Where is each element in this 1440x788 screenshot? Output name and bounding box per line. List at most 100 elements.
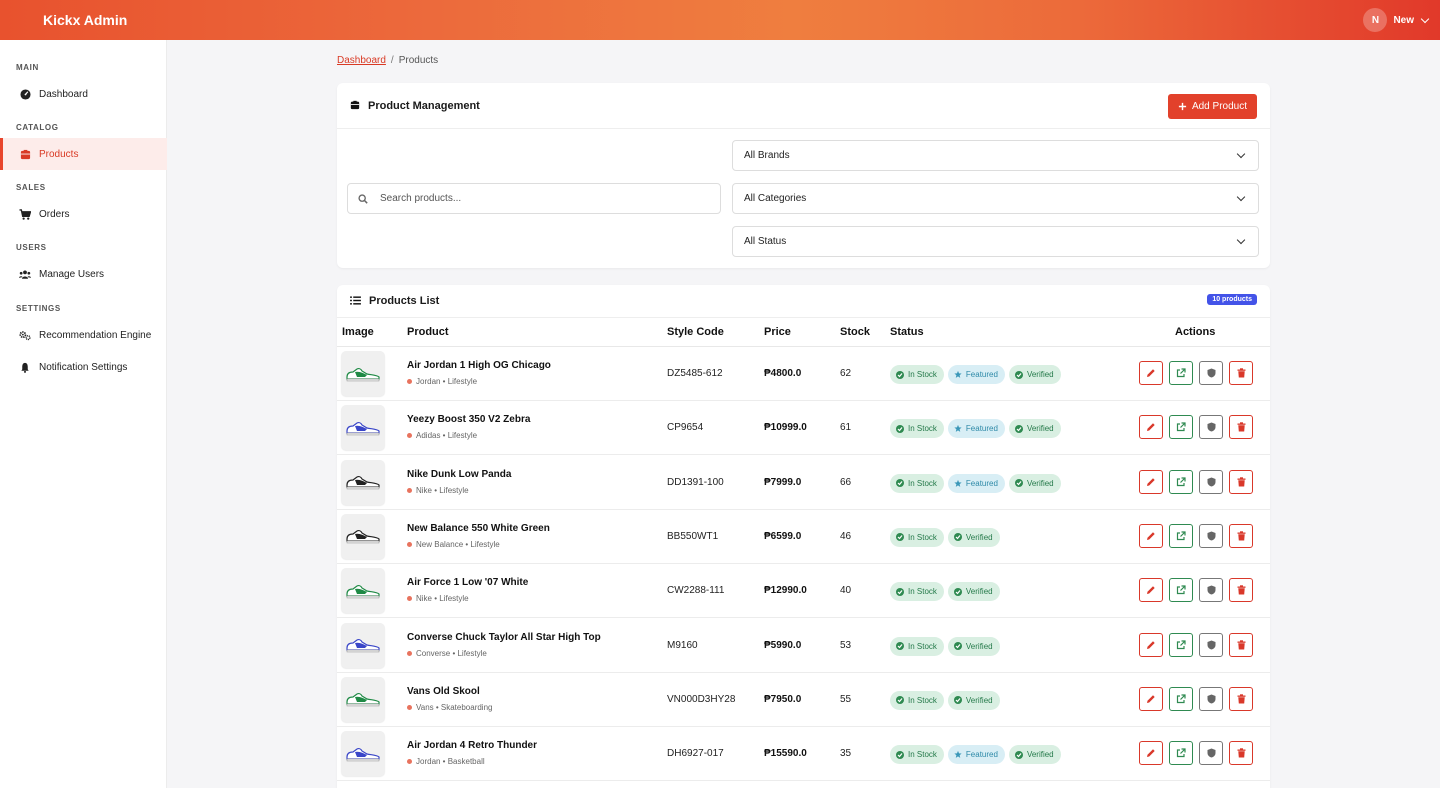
view-button[interactable] <box>1169 578 1193 603</box>
status-badge-label: In Stock <box>908 424 937 434</box>
status-filter-select[interactable]: All Status <box>732 226 1259 257</box>
add-product-button[interactable]: Add Product <box>1167 94 1257 119</box>
view-button[interactable] <box>1169 741 1193 766</box>
delete-button[interactable] <box>1229 632 1253 657</box>
pencil-icon <box>1147 749 1155 758</box>
delete-button[interactable] <box>1229 523 1253 548</box>
status-badge: In Stock <box>890 527 944 547</box>
trash-icon <box>1237 639 1245 649</box>
delete-button[interactable] <box>1229 686 1253 711</box>
verify-button[interactable] <box>1199 741 1223 766</box>
product-thumbnail[interactable] <box>341 731 385 777</box>
sidebar-item-orders[interactable]: Orders <box>0 198 167 230</box>
delete-button[interactable] <box>1229 741 1253 766</box>
product-thumbnail[interactable] <box>341 568 385 614</box>
delete-button[interactable] <box>1229 578 1253 603</box>
user-menu[interactable]: N New <box>1363 8 1430 32</box>
view-button[interactable] <box>1169 415 1193 440</box>
sidebar-item-manage-users[interactable]: Manage Users <box>0 258 167 290</box>
breadcrumb-dashboard-link[interactable]: Dashboard <box>337 55 386 66</box>
check-circle-icon <box>1014 479 1023 488</box>
verify-button[interactable] <box>1199 578 1223 603</box>
edit-button[interactable] <box>1139 578 1163 603</box>
chevron-down-icon <box>1236 192 1246 202</box>
sidebar-item-dashboard[interactable]: Dashboard <box>0 78 167 110</box>
trash-icon <box>1237 694 1245 704</box>
product-name[interactable]: Air Jordan 1 High OG Chicago <box>407 360 551 371</box>
chevron-down-icon[interactable] <box>1420 14 1430 23</box>
table-row: Air Jordan 1 High OG Chicago Jordan • Lif… <box>337 347 1270 401</box>
edit-button[interactable] <box>1139 415 1163 440</box>
product-name[interactable]: Converse Chuck Taylor All Star High Top <box>407 632 601 643</box>
delete-button[interactable] <box>1229 469 1253 494</box>
check-circle-icon <box>896 424 904 433</box>
product-management-header: Product Management Add Product <box>337 83 1270 129</box>
status-badge: In Stock <box>890 690 944 710</box>
product-name[interactable]: Yeezy Boost 350 V2 Zebra <box>407 414 530 425</box>
brand-filter-select[interactable]: All Brands <box>732 140 1259 171</box>
product-name[interactable]: Air Force 1 Low '07 White <box>407 577 528 588</box>
trash-icon <box>1237 531 1245 541</box>
user-name[interactable]: New <box>1393 15 1414 26</box>
column-header-style-code: Style Code <box>667 326 724 338</box>
verify-button[interactable] <box>1199 632 1223 657</box>
pencil-icon <box>1147 369 1155 377</box>
sidebar-item-recommendation-engine[interactable]: Recommendation Engine <box>0 319 167 351</box>
edit-button[interactable] <box>1139 361 1163 385</box>
card-title: Products List <box>369 295 440 307</box>
product-name[interactable]: Nike Dunk Low Panda <box>407 469 511 480</box>
search-placeholder: Search products... <box>380 193 462 204</box>
product-brand-category: Nike • Lifestyle <box>416 485 469 495</box>
sidebar-item-products[interactable]: Products <box>0 138 167 170</box>
product-brand-category: Converse • Lifestyle <box>416 648 487 658</box>
view-button[interactable] <box>1169 686 1193 711</box>
view-button[interactable] <box>1169 632 1193 657</box>
view-button[interactable] <box>1169 361 1193 385</box>
product-thumbnail[interactable] <box>341 676 385 722</box>
breadcrumb: Dashboard / Products <box>337 55 439 66</box>
product-name[interactable]: New Balance 550 White Green <box>407 523 550 534</box>
status-badge: Verified <box>1008 473 1061 493</box>
avatar[interactable]: N <box>1363 8 1388 32</box>
verify-button[interactable] <box>1199 361 1223 385</box>
edit-button[interactable] <box>1139 686 1163 711</box>
edit-button[interactable] <box>1139 741 1163 766</box>
verify-button[interactable] <box>1199 415 1223 440</box>
external-link-icon <box>1176 748 1186 758</box>
product-name[interactable]: Vans Old Skool <box>407 686 480 697</box>
product-thumbnail[interactable] <box>341 459 385 505</box>
product-brand-category: Nike • Lifestyle <box>416 594 469 604</box>
brand-dot <box>407 759 412 765</box>
status-badge-label: In Stock <box>908 695 937 705</box>
product-thumbnail[interactable] <box>341 351 385 396</box>
brand-logo[interactable]: Kickx Admin <box>43 12 127 28</box>
verify-button[interactable] <box>1199 686 1223 711</box>
check-circle-icon <box>953 533 962 542</box>
product-meta: Nike • Lifestyle <box>407 486 469 495</box>
row-actions <box>1139 578 1253 603</box>
product-name[interactable]: Air Jordan 4 Retro Thunder <box>407 740 537 751</box>
status-badge: Verified <box>1008 419 1061 439</box>
breadcrumb-current: Products <box>398 55 439 66</box>
product-thumbnail[interactable] <box>341 513 385 559</box>
delete-button[interactable] <box>1229 415 1253 440</box>
check-circle-icon <box>896 750 904 759</box>
category-filter-select[interactable]: All Categories <box>732 183 1259 214</box>
edit-button[interactable] <box>1139 469 1163 494</box>
edit-button[interactable] <box>1139 523 1163 548</box>
view-button[interactable] <box>1169 469 1193 494</box>
search-input[interactable]: Search products... <box>347 183 721 214</box>
sidebar-item-notification-settings[interactable]: Notification Settings <box>0 351 167 383</box>
product-thumbnail[interactable] <box>341 622 385 668</box>
pencil-icon <box>1147 423 1155 432</box>
status-badge-label: In Stock <box>908 750 937 760</box>
status-badge: In Stock <box>890 473 944 493</box>
status-badge-label: Verified <box>965 695 993 705</box>
status-badges: In Stock Featured Verified <box>890 365 1061 384</box>
view-button[interactable] <box>1169 523 1193 548</box>
product-thumbnail[interactable] <box>341 405 385 451</box>
verify-button[interactable] <box>1199 469 1223 494</box>
delete-button[interactable] <box>1229 361 1253 385</box>
edit-button[interactable] <box>1139 632 1163 657</box>
verify-button[interactable] <box>1199 523 1223 548</box>
